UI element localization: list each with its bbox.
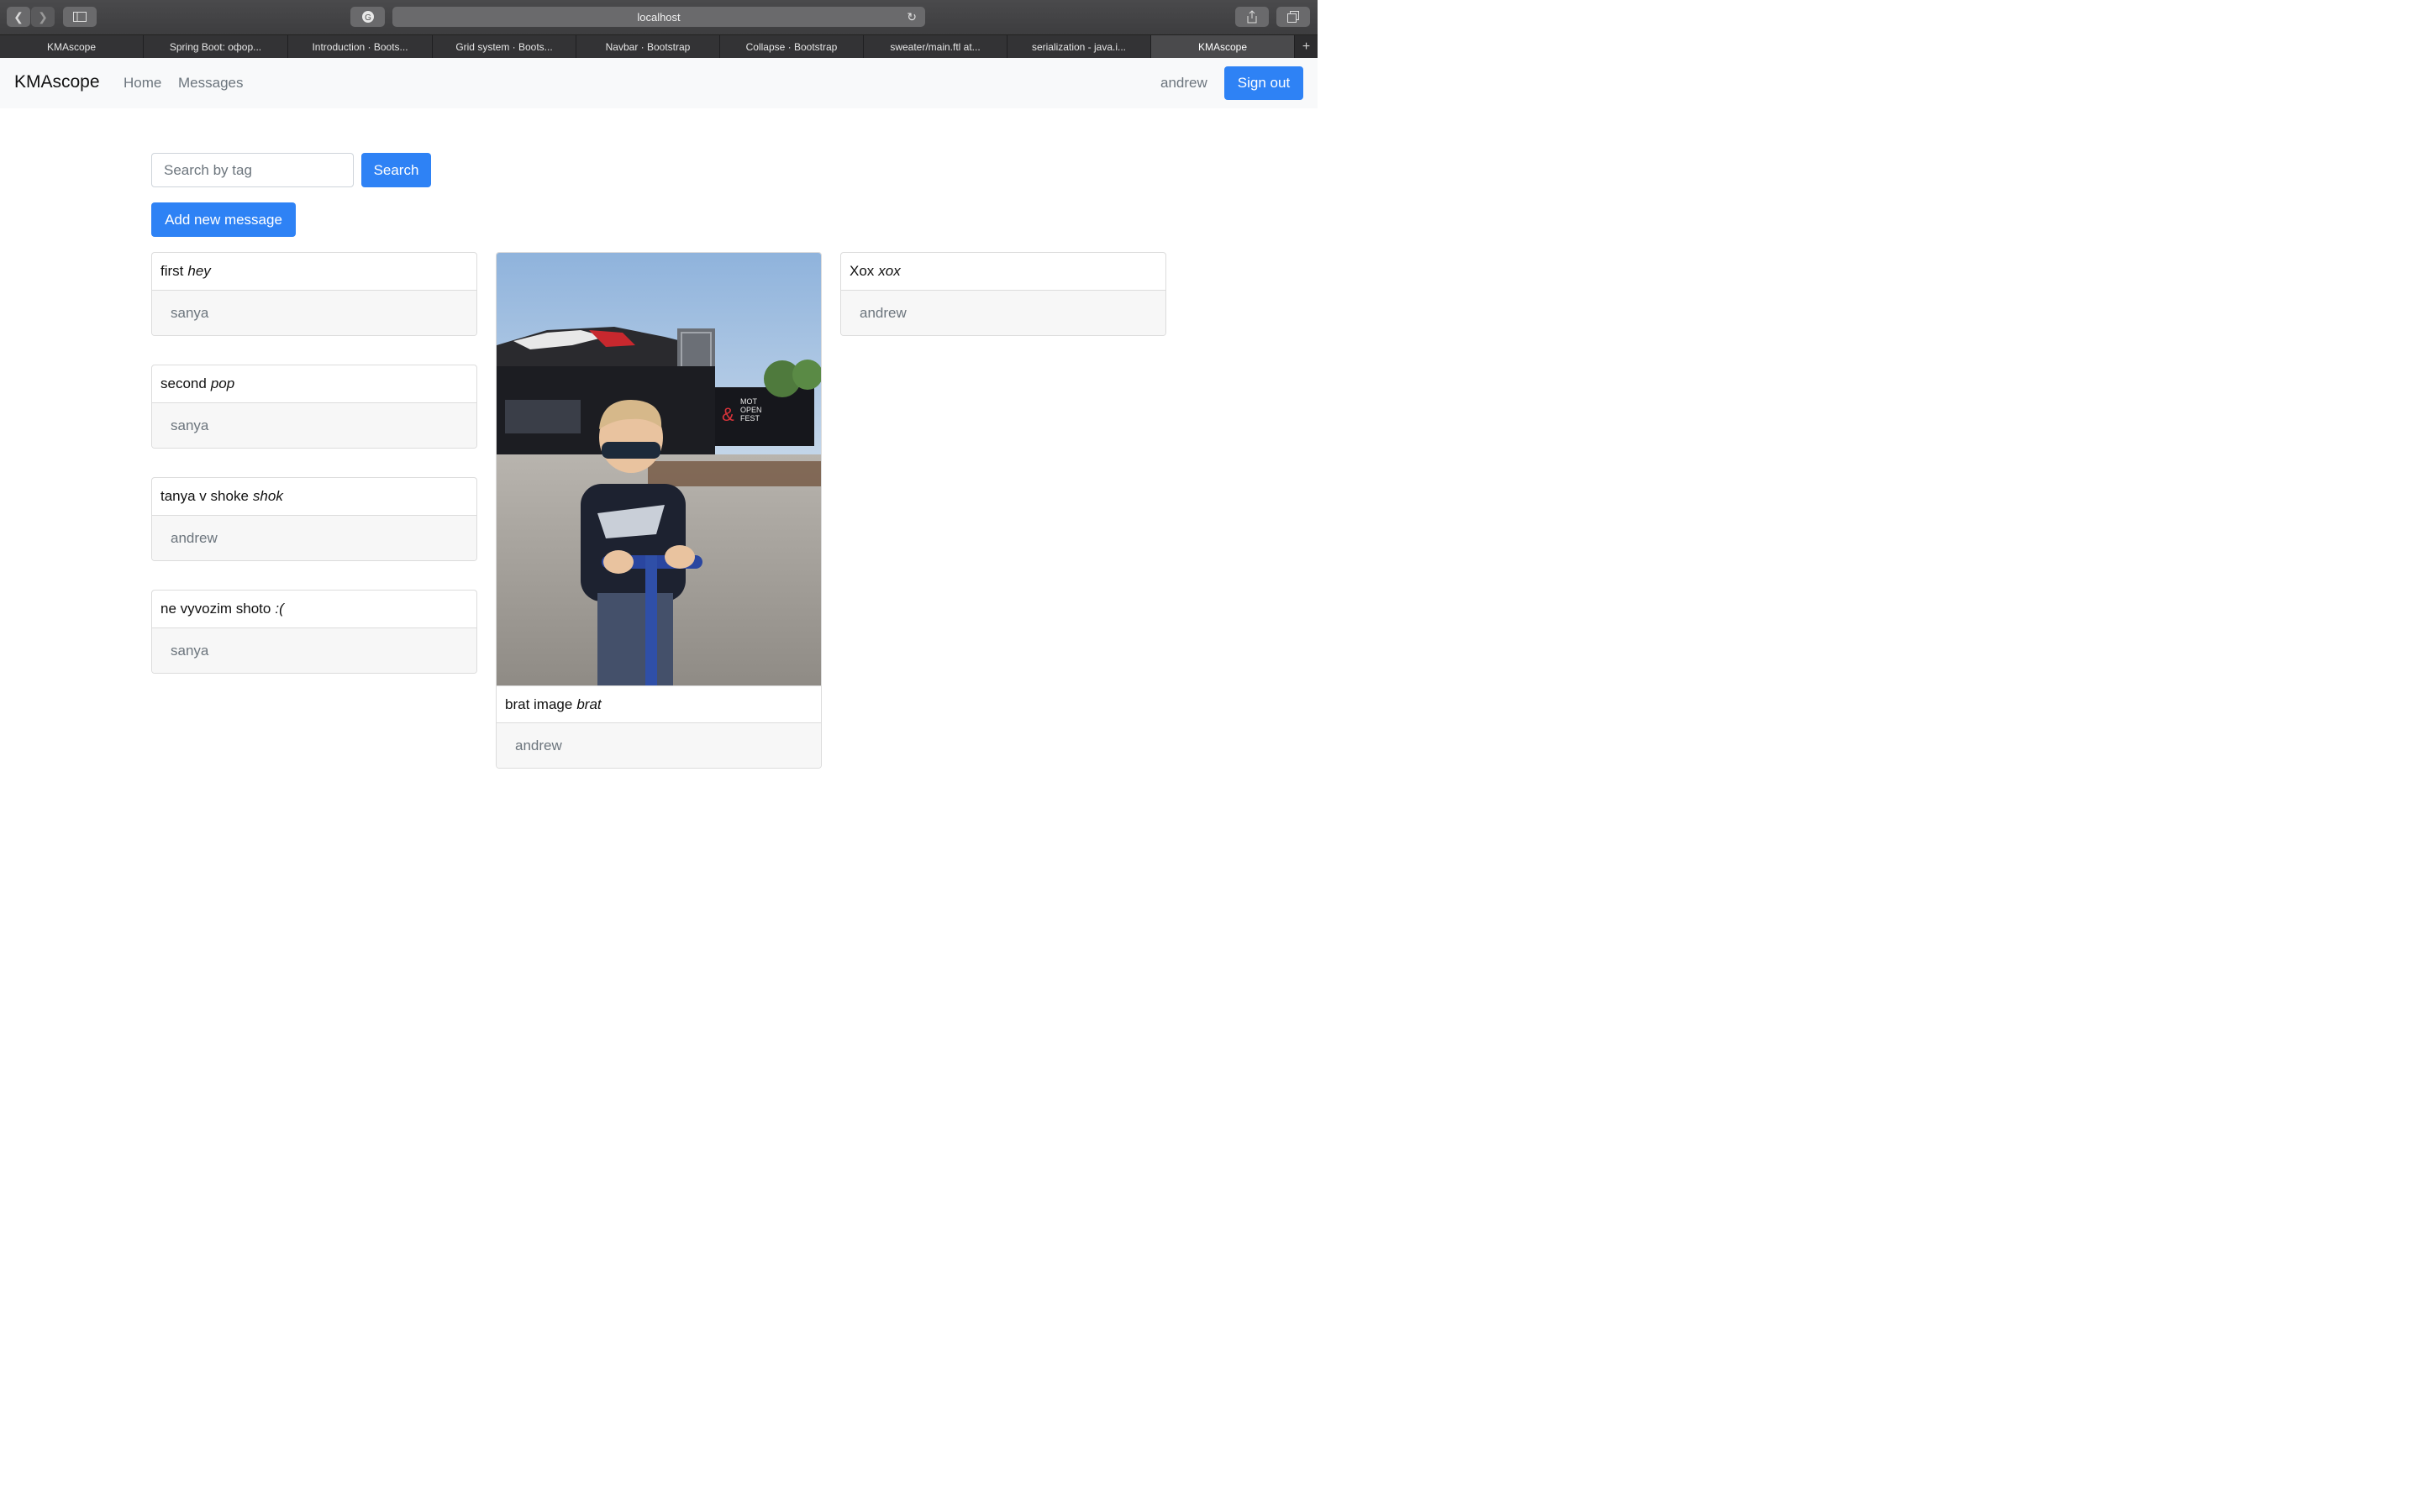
tab-spring-boot[interactable]: Spring Boot: офор...: [144, 35, 288, 58]
tab-introduction[interactable]: Introduction · Boots...: [288, 35, 433, 58]
share-icon[interactable]: [1235, 7, 1269, 27]
tab-label: Grid system · Boots...: [455, 40, 553, 53]
tab-label: KMAscope: [1197, 40, 1248, 53]
message-tag: brat: [576, 696, 602, 712]
message-author: sanya: [152, 403, 476, 448]
tab-label: serialization - java.i...: [1031, 40, 1127, 53]
tab-serialization[interactable]: serialization - java.i...: [1007, 35, 1151, 58]
browser-chrome: ❮ ❯ G localhost ↻ KMAscope Spring Boot: …: [0, 0, 1318, 58]
tab-label: Collapse · Bootstrap: [745, 40, 838, 53]
browser-toolbar: ❮ ❯ G localhost ↻: [0, 0, 1318, 34]
message-card: tanya v shoke shok andrew: [151, 477, 477, 561]
message-author: sanya: [152, 628, 476, 673]
svg-text:MOT: MOT: [740, 397, 757, 406]
message-card-with-image: & MOT OPEN FEST brat image brat andrew: [496, 252, 822, 769]
new-tab-icon[interactable]: +: [1295, 35, 1318, 58]
message-body: tanya v shoke: [160, 488, 249, 504]
message-card: Xox xox andrew: [840, 252, 1166, 336]
message-tag: :(: [275, 601, 284, 617]
tabs-overview-icon[interactable]: [1276, 7, 1310, 27]
svg-text:G: G: [365, 13, 371, 23]
tab-bar: KMAscope Spring Boot: офор... Introducti…: [0, 34, 1318, 58]
message-card: second pop sanya: [151, 365, 477, 449]
add-message-button[interactable]: Add new message: [151, 202, 296, 237]
message-body: Xox: [850, 263, 875, 279]
address-bar[interactable]: localhost ↻: [392, 7, 925, 27]
message-body: ne vyvozim shoto: [160, 601, 271, 617]
svg-text:OPEN: OPEN: [740, 406, 762, 414]
tab-label: Spring Boot: офор...: [169, 40, 262, 53]
search-button[interactable]: Search: [361, 153, 431, 187]
nav-link-messages[interactable]: Messages: [178, 75, 243, 92]
tab-label: sweater/main.ftl at...: [890, 40, 981, 53]
message-author: andrew: [152, 516, 476, 560]
tab-label: Introduction · Boots...: [312, 40, 408, 53]
message-tag: xox: [878, 263, 901, 279]
message-text: second pop: [152, 365, 476, 403]
message-body: second: [160, 375, 207, 391]
tab-grid-system[interactable]: Grid system · Boots...: [433, 35, 576, 58]
message-text: tanya v shoke shok: [152, 478, 476, 516]
nav-link-home[interactable]: Home: [124, 75, 161, 92]
message-card: ne vyvozim shoto:( sanya: [151, 590, 477, 674]
extension-icon[interactable]: G: [350, 7, 385, 27]
svg-text:FEST: FEST: [740, 414, 760, 423]
navbar-username: andrew: [1160, 75, 1207, 91]
message-tag: pop: [210, 375, 235, 391]
tab-collapse[interactable]: Collapse · Bootstrap: [720, 35, 864, 58]
message-tag: hey: [187, 263, 211, 279]
sidebar-toggle-icon[interactable]: [63, 7, 97, 27]
message-author: andrew: [497, 723, 821, 768]
message-author: sanya: [152, 291, 476, 335]
message-text: brat image brat: [497, 685, 821, 723]
back-icon[interactable]: ❮: [7, 7, 30, 27]
message-tag: shok: [252, 488, 283, 504]
address-text: localhost: [637, 10, 681, 24]
tab-label: KMAscope: [46, 40, 97, 53]
navbar-brand[interactable]: KMAscope: [14, 72, 100, 92]
message-text: Xox xox: [841, 253, 1165, 291]
message-author: andrew: [841, 291, 1165, 335]
tab-kmascope-1[interactable]: KMAscope: [0, 35, 144, 58]
message-body: first: [160, 263, 184, 279]
search-input[interactable]: Search by tag: [151, 153, 354, 187]
message-text: ne vyvozim shoto:(: [152, 591, 476, 628]
tab-kmascope-active[interactable]: KMAscope: [1151, 35, 1295, 58]
tab-navbar[interactable]: Navbar · Bootstrap: [576, 35, 720, 58]
message-image: & MOT OPEN FEST: [497, 253, 821, 685]
message-text: first hey: [152, 253, 476, 291]
sign-out-button[interactable]: Sign out: [1224, 66, 1303, 100]
reload-icon[interactable]: ↻: [907, 10, 917, 24]
navbar: KMAscope Home Messages andrew Sign out: [0, 58, 1318, 108]
svg-text:&: &: [722, 404, 734, 425]
message-body: brat image: [505, 696, 573, 712]
tab-sweater-main[interactable]: sweater/main.ftl at...: [864, 35, 1007, 58]
forward-icon[interactable]: ❯: [31, 7, 55, 27]
tab-label: Navbar · Bootstrap: [605, 40, 691, 53]
message-card: first hey sanya: [151, 252, 477, 336]
